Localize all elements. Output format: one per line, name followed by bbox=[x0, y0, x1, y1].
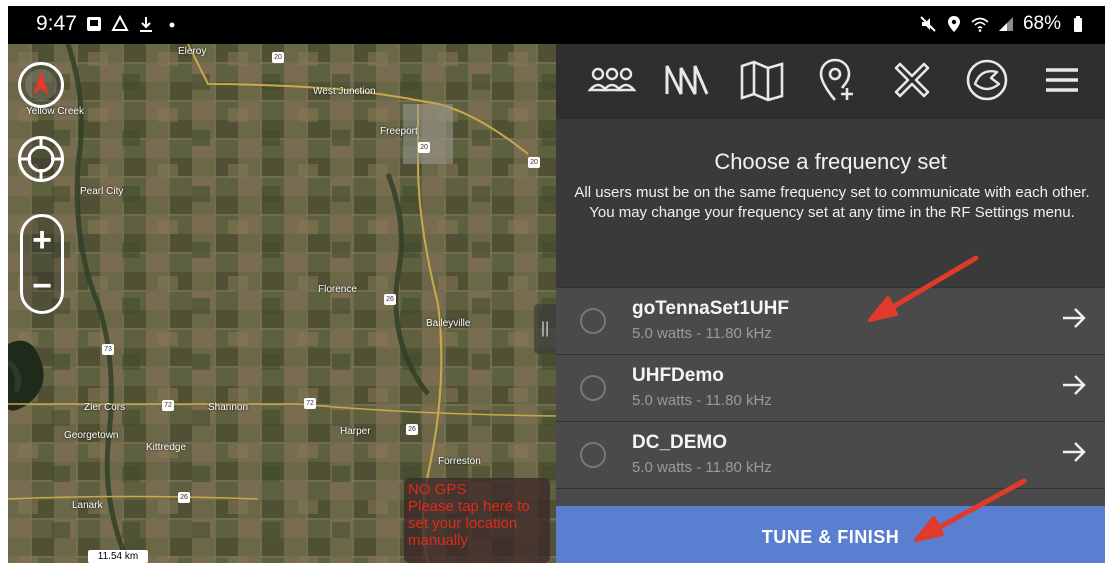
zoom-control: + − bbox=[20, 214, 64, 314]
place-label: Florence bbox=[318, 284, 357, 295]
frequency-set-row[interactable]: UHFDemo 5.0 watts - 11.80 kHz bbox=[556, 354, 1105, 421]
add-location-icon[interactable] bbox=[811, 54, 863, 106]
location-icon bbox=[947, 16, 960, 32]
mute-icon bbox=[920, 16, 936, 32]
frequency-set-name: UHFDemo bbox=[632, 365, 724, 386]
frequency-set-detail: 5.0 watts - 11.80 kHz bbox=[632, 325, 772, 342]
radio-button[interactable] bbox=[580, 375, 606, 401]
route-shield: 20 bbox=[272, 52, 284, 63]
compass-arrow-icon bbox=[25, 69, 57, 101]
arrow-right-icon[interactable] bbox=[1061, 440, 1087, 464]
route-shield: 26 bbox=[178, 492, 190, 503]
satellite-map[interactable]: Eleroy West Junction Yellow Creek Freepo… bbox=[8, 44, 556, 563]
frequency-set-detail: 5.0 watts - 11.80 kHz bbox=[632, 459, 772, 476]
wifi-icon bbox=[971, 17, 989, 32]
frequency-set-name: DC_DEMO bbox=[632, 432, 728, 453]
battery-percent: 68% bbox=[1022, 13, 1061, 34]
compass-button[interactable] bbox=[18, 62, 64, 108]
zoom-out-button[interactable]: − bbox=[26, 269, 58, 303]
place-label: Freeport bbox=[380, 126, 418, 137]
radio-button[interactable] bbox=[580, 442, 606, 468]
dialog-description: All users must be on the same frequency … bbox=[574, 184, 1090, 221]
route-shield: 20 bbox=[418, 142, 430, 153]
route-shield: 73 bbox=[102, 344, 114, 355]
no-gps-notice[interactable]: NO GPS Please tap here to set your locat… bbox=[404, 478, 550, 563]
status-left: 9:47 bbox=[36, 12, 181, 36]
power-icon[interactable] bbox=[961, 54, 1013, 106]
menu-icon[interactable] bbox=[1036, 54, 1088, 106]
place-label: Baileyville bbox=[426, 318, 471, 329]
place-label: Eleroy bbox=[178, 46, 207, 57]
no-gps-line: NO GPS bbox=[408, 481, 467, 498]
place-label: Pearl City bbox=[80, 186, 124, 197]
app-screenshot: 9:47 68% Eleroy West Junction Yellow Cre… bbox=[8, 6, 1105, 563]
team-icon[interactable] bbox=[586, 54, 638, 106]
place-label: West Junction bbox=[313, 86, 376, 97]
status-right: 68% bbox=[919, 13, 1087, 35]
frequency-set-row[interactable]: goTennaSet1UHF 5.0 watts - 11.80 kHz bbox=[556, 287, 1105, 354]
no-gps-line: Please tap here to bbox=[408, 498, 530, 515]
map-icon[interactable] bbox=[736, 54, 788, 106]
route-shield: 26 bbox=[384, 294, 396, 305]
frequency-set-name: goTennaSet1UHF bbox=[632, 298, 789, 319]
radio-button[interactable] bbox=[580, 308, 606, 334]
status-bar: 9:47 68% bbox=[8, 6, 1105, 44]
place-label: Harper bbox=[340, 426, 371, 437]
image-icon bbox=[86, 17, 101, 31]
no-gps-line: set your location bbox=[408, 515, 518, 532]
route-shield: 26 bbox=[406, 424, 418, 435]
locate-me-button[interactable] bbox=[18, 136, 64, 182]
drive-icon bbox=[111, 15, 129, 31]
dialog-title: Choose a frequency set bbox=[714, 149, 947, 174]
signal-icon bbox=[998, 17, 1013, 31]
app-panel: Choose a frequency set All users must be… bbox=[556, 44, 1105, 563]
arrow-right-icon[interactable] bbox=[1061, 373, 1087, 397]
crosshair-icon bbox=[21, 139, 61, 179]
cross-tool-icon[interactable] bbox=[886, 54, 938, 106]
place-label: Georgetown bbox=[64, 430, 119, 441]
route-shield: 72 bbox=[162, 400, 174, 411]
drawer-handle[interactable]: || bbox=[534, 304, 556, 354]
network-icon[interactable] bbox=[661, 54, 713, 106]
map-scale: 11.54 km bbox=[88, 550, 148, 563]
place-label: Lanark bbox=[72, 500, 103, 511]
frequency-set-row[interactable]: DC_DEMO 5.0 watts - 11.80 kHz bbox=[556, 421, 1105, 488]
tune-and-finish-button[interactable]: TUNE & FINISH bbox=[556, 506, 1105, 563]
route-shield: 20 bbox=[528, 157, 540, 168]
dot-icon bbox=[169, 22, 175, 28]
download-icon bbox=[139, 17, 152, 32]
place-label: Shannon bbox=[208, 402, 249, 413]
frequency-dialog: Choose a frequency set All users must be… bbox=[556, 119, 1105, 563]
frequency-set-detail: 5.0 watts - 11.80 kHz bbox=[632, 392, 772, 409]
top-toolbar bbox=[556, 44, 1105, 119]
no-gps-line: manually bbox=[408, 532, 469, 549]
route-shield: 72 bbox=[304, 398, 316, 409]
arrow-right-icon[interactable] bbox=[1061, 306, 1087, 330]
battery-icon bbox=[1074, 16, 1082, 32]
zoom-in-button[interactable]: + bbox=[26, 223, 58, 257]
place-label: Forreston bbox=[438, 456, 481, 467]
status-time: 9:47 bbox=[36, 12, 77, 35]
place-label: Zier Cors bbox=[84, 402, 126, 413]
place-label: Kittredge bbox=[146, 442, 187, 453]
